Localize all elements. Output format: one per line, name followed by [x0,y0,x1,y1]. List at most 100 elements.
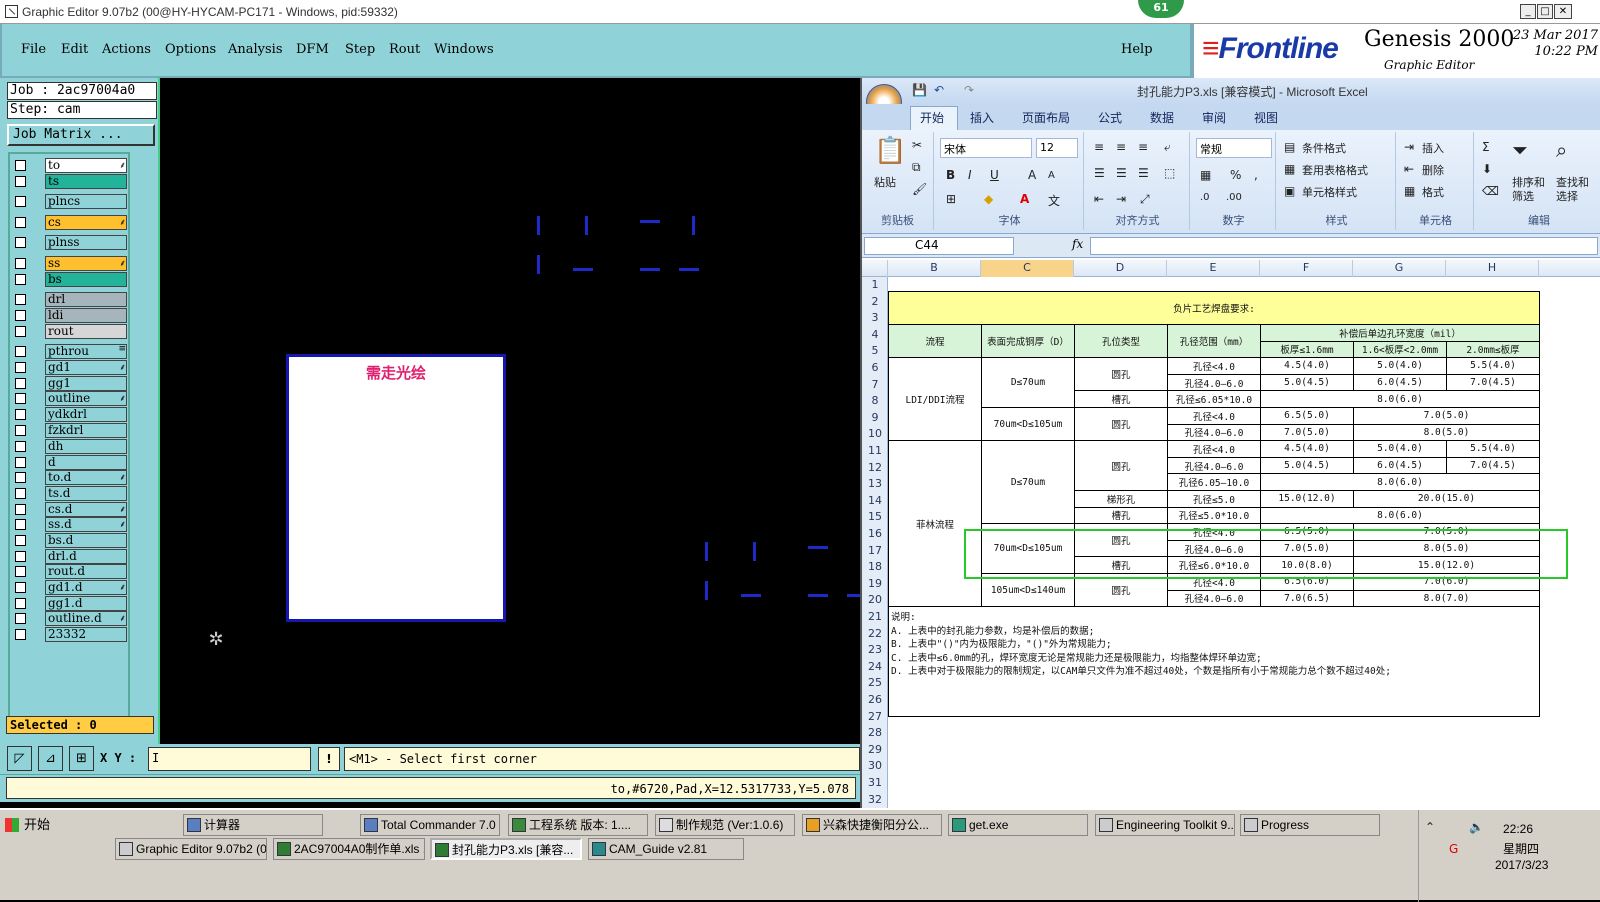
layer-checkbox[interactable] [15,393,26,404]
cell-type[interactable]: 圆孔 [1074,406,1168,442]
format-cells-button[interactable]: 格式 [1422,184,1444,200]
layer-name[interactable]: ldi [45,308,127,323]
annotation-box[interactable]: 需走光绘 [286,354,506,622]
cell-range[interactable]: 孔径<4.0 [1167,440,1261,458]
layer-name[interactable]: ss.d [45,517,127,532]
align-left-icon[interactable]: ☰ [1094,166,1105,180]
row-header[interactable]: 15 [862,509,888,526]
row-header[interactable]: 10 [862,426,888,443]
taskbar-item-calculator[interactable]: 计算器 [183,814,323,836]
layer-name[interactable]: drl.d [45,549,127,564]
layer-row[interactable]: plncs [12,194,128,209]
paste-icon[interactable]: 📋 [874,136,906,166]
tab-insert[interactable]: 插入 [970,109,994,126]
fx-icon[interactable]: fx [1072,237,1083,251]
layer-checkbox[interactable] [15,566,26,577]
align-bottom-icon[interactable]: ≡ [1138,140,1148,154]
grid-icon[interactable]: ⊞ [69,746,94,771]
layer-row[interactable]: gd1 ⸙ [12,360,128,375]
cell-type[interactable]: 圆孔 [1074,357,1168,392]
cell-value[interactable]: 5.0(4.0) [1353,440,1447,458]
cell-type[interactable]: 梯形孔 [1074,489,1168,508]
cell-range[interactable]: 孔径4.0—6.0 [1167,373,1261,392]
header-flow[interactable]: 流程 [888,323,982,359]
layer-row[interactable]: plnss [12,235,128,250]
cell-type[interactable]: 圆孔 [1074,440,1168,491]
layer-name[interactable]: ydkdrl [45,407,127,422]
layer-row[interactable]: d [12,455,128,470]
header-thickness-3[interactable]: 2.0mm≤板厚 [1446,340,1540,359]
header-thickness-1[interactable]: 板厚≤1.6mm [1260,340,1354,359]
taskbar-item-get-exe[interactable]: get.exe [948,814,1088,836]
layer-checkbox[interactable] [15,196,26,207]
column-header[interactable]: H [1446,260,1539,277]
layer-name[interactable]: rout [45,324,127,339]
cell-flow-film[interactable]: 菲林流程 [888,440,982,608]
warning-button[interactable]: ! [318,747,340,771]
layer-row[interactable]: bs [12,272,128,287]
row-header[interactable]: 26 [862,692,888,709]
cell-copper[interactable]: D≤70um [981,357,1075,408]
conditional-format-button[interactable]: 条件格式 [1302,140,1346,156]
layer-name[interactable]: d [45,455,127,470]
cell-value[interactable]: 7.0(5.0) [1353,406,1540,425]
layer-row[interactable]: cs.d ⸙ [12,502,128,517]
row-header[interactable]: 19 [862,576,888,593]
maximize-button[interactable]: □ [1537,4,1553,19]
row-header[interactable]: 11 [862,443,888,460]
layer-checkbox[interactable] [15,310,26,321]
align-top-icon[interactable]: ≡ [1094,140,1104,154]
cell-value[interactable]: 7.0(4.5) [1446,456,1540,475]
row-header[interactable]: 22 [862,626,888,643]
layer-row[interactable]: rout [12,324,128,339]
cell-value[interactable]: 6.0(4.5) [1353,373,1447,392]
layer-name[interactable]: pthrou [45,344,127,359]
row-header[interactable]: 9 [862,410,888,427]
taskbar-item-engineering-system[interactable]: 工程系统 版本: 1.... [508,814,648,836]
layer-row[interactable]: outline.d ⸙ [12,611,128,626]
layer-name[interactable]: plncs [45,194,127,209]
layer-name[interactable]: bs.d [45,533,127,548]
layer-name[interactable]: plnss [45,235,127,250]
layer-name[interactable]: dh [45,439,127,454]
taskbar-item-engineering-toolkit[interactable]: Engineering Toolkit 9.... [1095,814,1235,836]
cell-value[interactable]: 5.5(4.0) [1446,357,1540,375]
cell-range[interactable]: 孔径4.0—6.0 [1167,456,1261,475]
column-header[interactable]: F [1260,260,1353,277]
taskbar-item-total-commander[interactable]: Total Commander 7.0 ... [360,814,500,836]
cell-range[interactable]: 孔径≤5.0*10.0 [1167,506,1261,525]
row-header[interactable]: 7 [862,377,888,394]
menu-actions[interactable]: Actions [102,42,151,57]
layer-checkbox[interactable] [15,378,26,389]
format-as-table-button[interactable]: 套用表格格式 [1302,162,1368,178]
menu-step[interactable]: Step [345,42,375,57]
worksheet[interactable]: 负片工艺焊盘要求: 流程 表面完成铜厚（D） 孔位类型 孔径范围（mm） 补偿后… [888,277,1600,808]
indent-decrease-icon[interactable]: ⇤ [1094,192,1104,206]
layer-name[interactable]: 23332 [45,627,127,642]
save-icon[interactable]: 💾 [912,83,927,97]
number-format-select[interactable]: 常规 [1196,138,1272,158]
layer-checkbox[interactable] [15,519,26,530]
cell-styles-button[interactable]: 单元格样式 [1302,184,1357,200]
row-header[interactable]: 16 [862,526,888,543]
taskbar-item-work-order[interactable]: 2AC97004A0制作单.xls ... [273,838,425,860]
layer-name[interactable]: to [45,158,127,173]
layer-row[interactable]: ydkdrl [12,407,128,422]
layer-row[interactable]: gg1.d [12,596,128,611]
layer-row[interactable]: dh [12,439,128,454]
layer-name[interactable]: ts.d [45,486,127,501]
table-title[interactable]: 负片工艺焊盘要求: [888,291,1540,325]
cell-value[interactable]: 8.0(6.0) [1260,390,1540,408]
cell-value[interactable]: 6.0(4.5) [1353,456,1447,475]
fill-color-icon[interactable]: ◆ [984,192,993,206]
row-header[interactable]: 20 [862,592,888,609]
cell-value[interactable]: 5.0(4.5) [1260,456,1354,475]
layer-name[interactable]: drl [45,292,127,307]
column-header[interactable]: D [1074,260,1167,277]
name-box[interactable]: C44 [864,237,1014,255]
cell-copper[interactable]: 70um<D≤105um [981,406,1075,442]
cell-value[interactable]: 7.0(5.0) [1260,423,1354,442]
column-header[interactable]: B [888,260,981,277]
graphic-canvas[interactable]: 需走光绘 ✲ [160,78,860,744]
cell-range[interactable]: 孔径<4.0 [1167,406,1261,425]
